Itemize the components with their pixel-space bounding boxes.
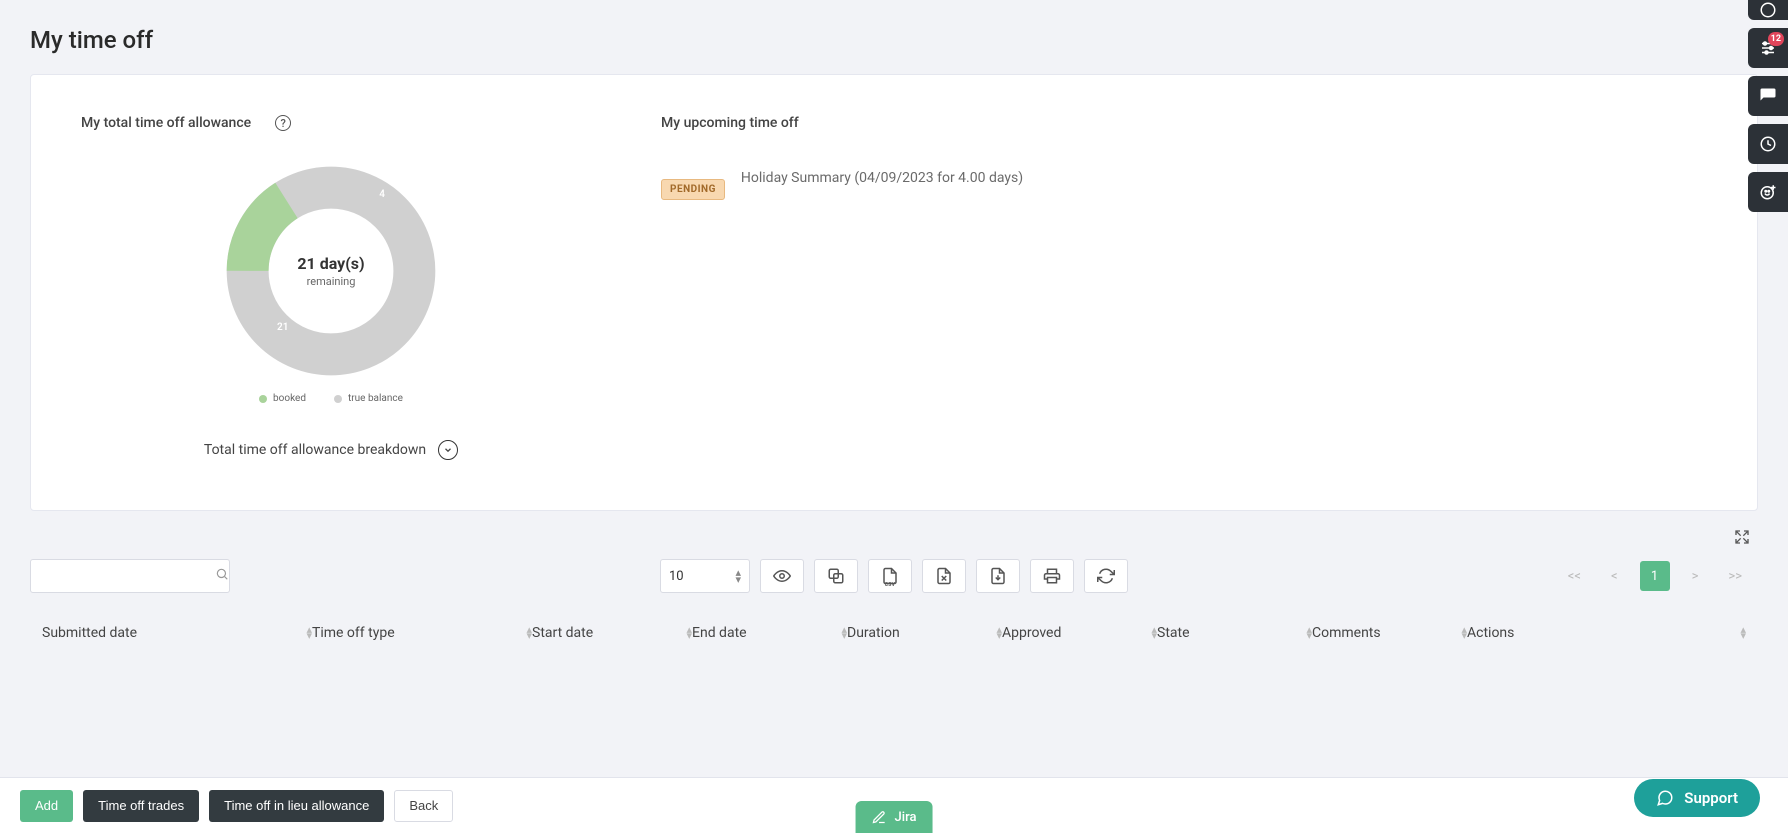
jira-label: Jira	[895, 810, 917, 825]
toggle-visibility-button[interactable]	[760, 559, 804, 593]
col-start[interactable]: Start date▴▾	[532, 625, 692, 641]
upcoming-item[interactable]: PENDING Holiday Summary (04/09/2023 for …	[661, 155, 1707, 200]
col-submitted[interactable]: Submitted date▴▾	[42, 625, 312, 641]
smiley-plus-icon	[1759, 183, 1777, 201]
chevron-down-icon	[438, 440, 458, 460]
time-off-lieu-button[interactable]: Time off in lieu allowance	[209, 790, 384, 822]
col-state[interactable]: State▴▾	[1157, 625, 1312, 641]
breakdown-label: Total time off allowance breakdown	[204, 442, 426, 458]
upcoming-item-text: Holiday Summary (04/09/2023 for 4.00 day…	[741, 170, 1023, 186]
col-duration[interactable]: Duration▴▾	[847, 625, 1002, 641]
page-size-select[interactable]: 10 ▴▾	[660, 559, 750, 593]
expand-icon[interactable]	[1734, 529, 1750, 549]
chat-icon	[1656, 789, 1674, 807]
table-header: Submitted date▴▾ Time off type▴▾ Start d…	[0, 593, 1788, 651]
donut-remaining-label: remaining	[297, 275, 364, 288]
allowance-title: My total time off allowance	[81, 115, 251, 131]
search-input-wrap	[30, 559, 230, 593]
pencil-icon	[872, 810, 887, 825]
col-end[interactable]: End date▴▾	[692, 625, 847, 641]
add-button[interactable]: Add	[20, 790, 73, 822]
table-toolbar: 10 ▴▾ CSV << < 1 > >>	[0, 549, 1788, 593]
support-button[interactable]: Support	[1634, 779, 1760, 817]
pagination: << < 1 > >>	[1560, 561, 1750, 591]
print-button[interactable]	[1030, 559, 1074, 593]
legend-booked: booked	[259, 393, 306, 404]
search-icon[interactable]	[215, 567, 229, 585]
donut-remaining-value: 21 day(s)	[297, 254, 364, 273]
col-actions[interactable]: Actions▴▾	[1467, 625, 1746, 641]
side-btn-top[interactable]	[1748, 0, 1788, 20]
upcoming-panel: My upcoming time off PENDING Holiday Sum…	[661, 115, 1707, 460]
pagination-last[interactable]: >>	[1720, 563, 1750, 590]
donut-balance-segment-label: 21	[277, 322, 288, 333]
pagination-first[interactable]: <<	[1560, 563, 1589, 590]
col-approved[interactable]: Approved▴▾	[1002, 625, 1157, 641]
jira-button[interactable]: Jira	[856, 801, 933, 833]
export-excel-button[interactable]	[922, 559, 966, 593]
page-size-value: 10	[669, 569, 684, 584]
side-btn-tasks[interactable]: 12	[1748, 28, 1788, 68]
upcoming-title: My upcoming time off	[661, 115, 1707, 131]
export-csv-button[interactable]: CSV	[868, 559, 912, 593]
back-button[interactable]: Back	[394, 790, 453, 822]
side-btn-chat[interactable]	[1748, 76, 1788, 116]
legend-dot-booked	[259, 395, 267, 403]
pagination-current[interactable]: 1	[1640, 561, 1670, 591]
copy-button[interactable]	[814, 559, 858, 593]
support-label: Support	[1684, 789, 1738, 807]
clock-icon	[1759, 135, 1777, 153]
col-comments[interactable]: Comments▴▾	[1312, 625, 1467, 641]
allowance-panel: My total time off allowance ? 21 day(s) …	[81, 115, 581, 460]
select-caret-icon: ▴▾	[735, 569, 741, 583]
donut-booked-segment-label: 4	[379, 189, 385, 200]
side-panel-icons: 12	[1748, 0, 1788, 212]
help-icon[interactable]: ?	[275, 115, 291, 131]
refresh-button[interactable]	[1084, 559, 1128, 593]
col-type[interactable]: Time off type▴▾	[312, 625, 532, 641]
pagination-prev[interactable]: <	[1603, 563, 1626, 590]
donut-center: 21 day(s) remaining	[297, 254, 364, 288]
chart-legend: booked true balance	[81, 393, 581, 404]
chat-bubble-icon	[1759, 87, 1777, 105]
legend-dot-balance	[334, 395, 342, 403]
breakdown-toggle[interactable]: Total time off allowance breakdown	[81, 440, 581, 460]
side-btn-clock[interactable]	[1748, 124, 1788, 164]
time-off-trades-button[interactable]: Time off trades	[83, 790, 199, 822]
donut-chart: 21 day(s) remaining 4 21	[221, 161, 441, 381]
search-input[interactable]	[39, 569, 215, 584]
pending-badge: PENDING	[661, 179, 725, 200]
page-title: My time off	[0, 0, 1788, 54]
pagination-next[interactable]: >	[1684, 563, 1707, 590]
legend-booked-label: booked	[273, 393, 306, 404]
export-pdf-button[interactable]	[976, 559, 1020, 593]
side-badge: 12	[1768, 32, 1784, 46]
legend-balance: true balance	[334, 393, 403, 404]
allowance-title-row: My total time off allowance ?	[81, 115, 581, 131]
legend-balance-label: true balance	[348, 393, 403, 404]
side-btn-add-reaction[interactable]	[1748, 172, 1788, 212]
summary-card: My total time off allowance ? 21 day(s) …	[30, 74, 1758, 511]
